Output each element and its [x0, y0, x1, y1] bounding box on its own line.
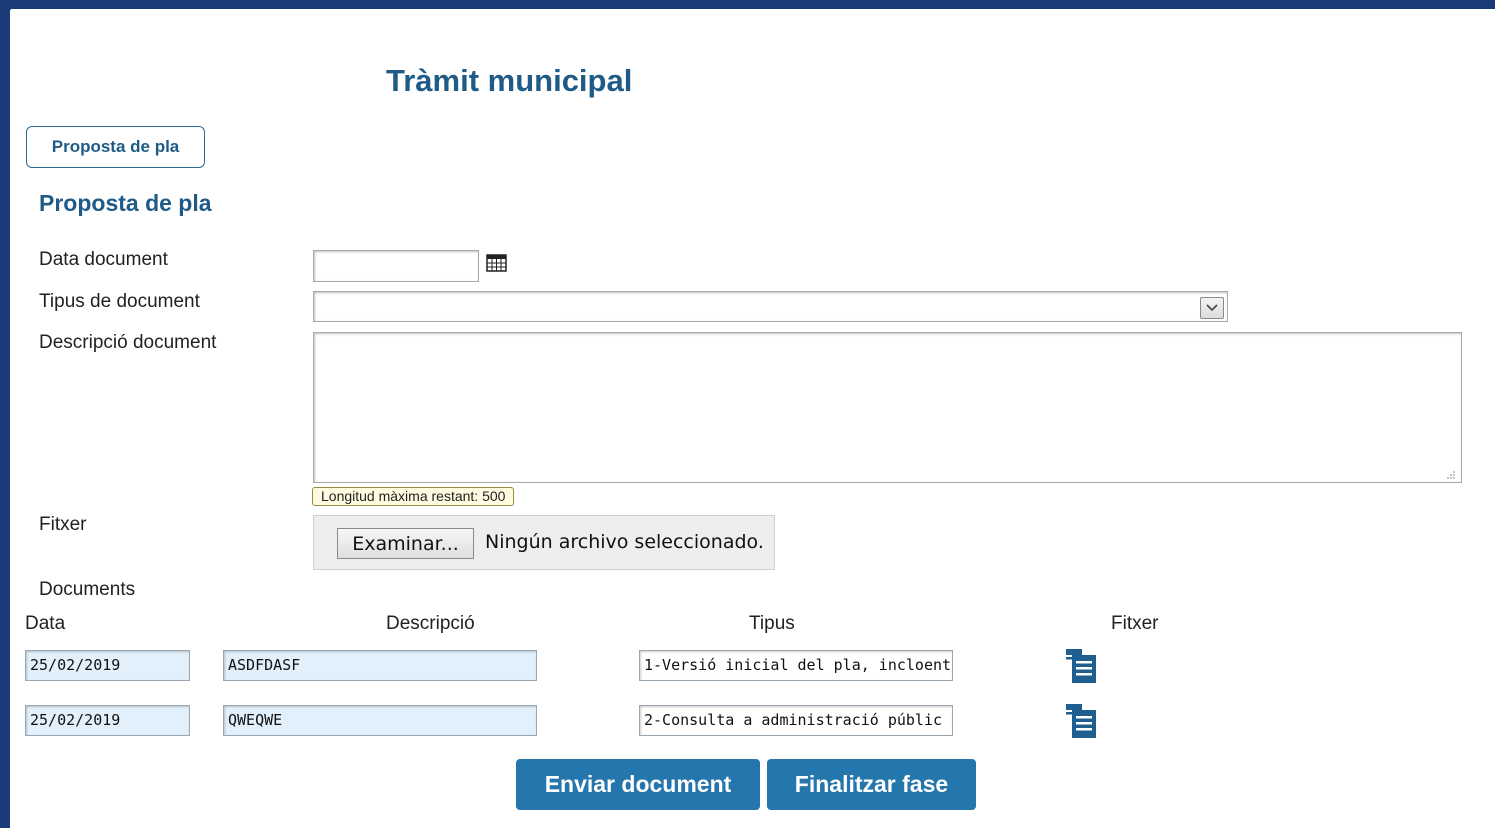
- resize-grip-icon[interactable]: [1446, 467, 1456, 479]
- finish-phase-button[interactable]: Finalitzar fase: [767, 759, 976, 810]
- section-title: Proposta de pla: [39, 190, 212, 216]
- document-icon[interactable]: [1060, 645, 1098, 685]
- page-title: Tràmit municipal: [386, 63, 633, 98]
- row-1-data[interactable]: 25/02/2019: [25, 650, 190, 681]
- tipus-document-select[interactable]: [313, 291, 1228, 322]
- main-panel: Tràmit municipal Proposta de pla Propost…: [10, 9, 1495, 828]
- col-header-fitxer: Fitxer: [1111, 613, 1159, 634]
- data-document-label: Data document: [39, 249, 168, 270]
- document-icon[interactable]: [1060, 700, 1098, 740]
- file-upload: Examinar... Ningún archivo seleccionado.: [313, 515, 775, 570]
- row-2-data[interactable]: 25/02/2019: [25, 705, 190, 736]
- col-header-descripcio: Descripció: [386, 613, 475, 634]
- documents-label: Documents: [39, 579, 136, 600]
- fitxer-label: Fitxer: [39, 514, 87, 535]
- calendar-icon[interactable]: [486, 253, 508, 273]
- tipus-document-label: Tipus de document: [39, 291, 200, 312]
- browse-button[interactable]: Examinar...: [337, 528, 474, 559]
- descripcio-document-textarea[interactable]: [313, 332, 1462, 483]
- descripcio-document-label: Descripció document: [39, 332, 217, 353]
- chevron-down-icon[interactable]: [1200, 297, 1224, 319]
- row-2-tipus[interactable]: 2-Consulta a administració públic: [639, 705, 953, 736]
- data-document-input[interactable]: [313, 250, 479, 282]
- row-1-descripcio[interactable]: ASDFDASF: [223, 650, 537, 681]
- row-2-descripcio[interactable]: QWEQWE: [223, 705, 537, 736]
- col-header-tipus: Tipus: [749, 613, 795, 634]
- col-header-data: Data: [25, 613, 66, 634]
- row-1-tipus[interactable]: 1-Versió inicial del pla, incloent es: [639, 650, 953, 681]
- send-document-button[interactable]: Enviar document: [516, 759, 760, 810]
- remaining-length-counter: Longitud màxima restant: 500: [312, 487, 515, 506]
- file-status: Ningún archivo seleccionado.: [485, 531, 764, 553]
- tab-proposta-de-pla[interactable]: Proposta de pla: [26, 126, 205, 168]
